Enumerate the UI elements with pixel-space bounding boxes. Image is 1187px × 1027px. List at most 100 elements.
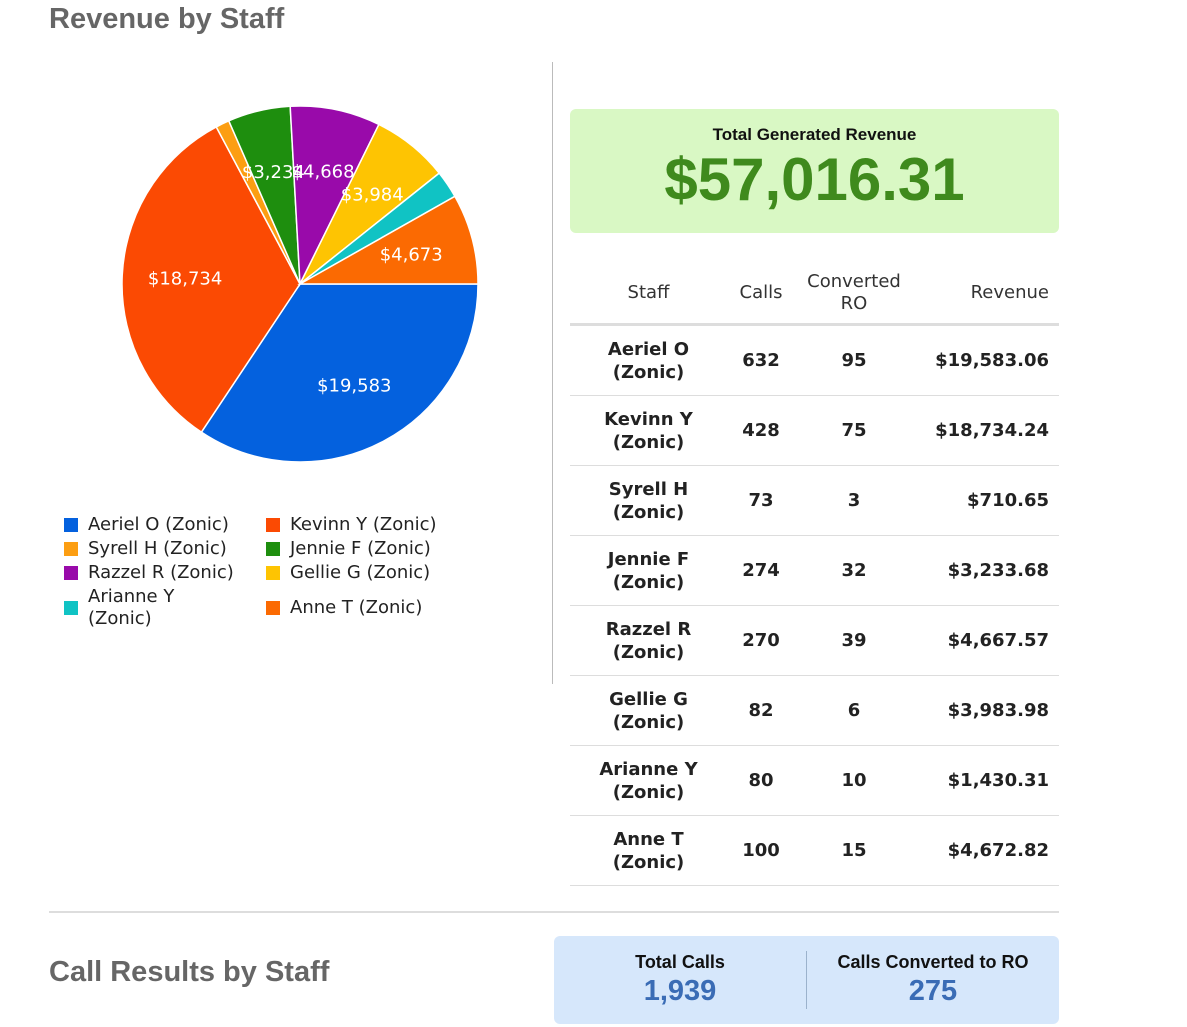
cell-converted: 6 xyxy=(847,700,861,721)
legend-label: Anne T (Zonic) xyxy=(290,597,423,618)
total-revenue-value: $57,016.31 xyxy=(664,146,965,213)
cell-revenue: $19,583.06 xyxy=(935,350,1049,371)
cell-staff: Gellie G (Zonic) xyxy=(570,688,727,734)
table-row: Kevinn Y (Zonic) 428 75 $18,734.24 xyxy=(570,396,1059,466)
legend-label: Kevinn Y (Zonic) xyxy=(290,514,437,535)
legend-label: Jennie F (Zonic) xyxy=(290,538,431,559)
cell-converted: 15 xyxy=(841,840,867,861)
legend-label: Aeriel O (Zonic) xyxy=(88,514,229,535)
cell-staff: Anne T (Zonic) xyxy=(570,828,727,874)
cell-staff: Aeriel O (Zonic) xyxy=(570,338,727,384)
total-revenue-box: Total Generated Revenue $57,016.31 xyxy=(570,109,1059,233)
table-body: Aeriel O (Zonic) 632 95 $19,583.06 Kevinn Y (Z… xyxy=(570,326,1059,886)
converted-calls-cell: Calls Converted to RO 275 xyxy=(807,936,1059,1024)
pie-legend: Aeriel O (Zonic) Kevinn Y (Zonic) Syrell… xyxy=(64,514,464,630)
header-converted: Converted RO xyxy=(795,271,913,315)
legend-item: Anne T (Zonic) xyxy=(266,586,464,630)
legend-item: Jennie F (Zonic) xyxy=(266,538,464,560)
cell-revenue: $3,233.68 xyxy=(947,560,1049,581)
revenue-section-title: Revenue by Staff xyxy=(49,3,285,35)
table-row: Gellie G (Zonic) 82 6 $3,983.98 xyxy=(570,676,1059,746)
legend-swatch xyxy=(64,601,78,615)
total-calls-cell: Total Calls 1,939 xyxy=(554,936,806,1024)
cell-converted: 3 xyxy=(847,490,861,511)
pie-slice-label: $4,673 xyxy=(380,245,443,266)
cell-converted: 32 xyxy=(841,560,867,581)
cell-converted: 95 xyxy=(841,350,867,371)
cell-calls: 428 xyxy=(742,420,780,441)
total-calls-value: 1,939 xyxy=(643,975,717,1007)
staff-name: Arianne Y xyxy=(599,758,698,780)
cell-calls: 632 xyxy=(742,350,780,371)
cell-revenue: $4,672.82 xyxy=(947,840,1049,861)
cell-calls: 100 xyxy=(742,840,780,861)
staff-team: (Zonic) xyxy=(612,711,685,733)
staff-team: (Zonic) xyxy=(612,781,685,803)
table-row: Razzel R (Zonic) 270 39 $4,667.57 xyxy=(570,606,1059,676)
table-row: Jennie F (Zonic) 274 32 $3,233.68 xyxy=(570,536,1059,606)
legend-label: Gellie G (Zonic) xyxy=(290,562,431,583)
legend-label: Razzel R (Zonic) xyxy=(88,562,234,583)
staff-team: (Zonic) xyxy=(612,641,685,663)
cell-staff: Arianne Y (Zonic) xyxy=(570,758,727,804)
pie-slice-label: $3,984 xyxy=(341,184,404,205)
cell-revenue: $18,734.24 xyxy=(935,420,1049,441)
cell-staff: Syrell H (Zonic) xyxy=(570,478,727,524)
cell-staff: Razzel R (Zonic) xyxy=(570,618,727,664)
legend-item: Syrell H (Zonic) xyxy=(64,538,266,560)
header-calls: Calls xyxy=(739,282,783,303)
converted-calls-label: Calls Converted to RO xyxy=(837,952,1029,972)
staff-revenue-table: Staff Calls Converted RO Revenue Aeriel … xyxy=(570,262,1059,886)
header-revenue: Revenue xyxy=(970,282,1049,303)
cell-revenue: $710.65 xyxy=(967,490,1049,511)
cell-converted: 39 xyxy=(841,630,867,651)
cell-calls: 80 xyxy=(748,770,774,791)
legend-item: Kevinn Y (Zonic) xyxy=(266,514,464,536)
table-row: Aeriel O (Zonic) 632 95 $19,583.06 xyxy=(570,326,1059,396)
staff-team: (Zonic) xyxy=(612,431,685,453)
cell-revenue: $1,430.31 xyxy=(947,770,1049,791)
table-row: Arianne Y (Zonic) 80 10 $1,430.31 xyxy=(570,746,1059,816)
cell-calls: 82 xyxy=(748,700,774,721)
legend-item: Aeriel O (Zonic) xyxy=(64,514,266,536)
staff-team: (Zonic) xyxy=(612,851,685,873)
cell-calls: 274 xyxy=(742,560,780,581)
cell-revenue: $3,983.98 xyxy=(947,700,1049,721)
header-converted-line2: RO xyxy=(840,292,868,314)
staff-team: (Zonic) xyxy=(612,501,685,523)
pie-slice-label: $19,583 xyxy=(317,375,391,396)
staff-name: Jennie F xyxy=(607,548,690,570)
total-revenue-label: Total Generated Revenue xyxy=(712,125,917,144)
header-converted-line1: Converted xyxy=(807,270,901,292)
converted-calls-value: 275 xyxy=(908,975,958,1007)
table-row: Anne T (Zonic) 100 15 $4,672.82 xyxy=(570,816,1059,886)
revenue-pie-chart: $19,583$18,734$3,234$4,668$3,984$4,673 xyxy=(121,105,479,463)
legend-swatch xyxy=(64,518,78,532)
staff-team: (Zonic) xyxy=(612,571,685,593)
legend-swatch xyxy=(266,601,280,615)
pie-slice-label: $4,668 xyxy=(292,161,355,182)
staff-name: Razzel R xyxy=(605,618,692,640)
vertical-divider xyxy=(552,62,553,684)
calls-section-title: Call Results by Staff xyxy=(49,956,330,988)
pie-slice-label: $18,734 xyxy=(148,268,222,289)
total-calls-label: Total Calls xyxy=(635,952,725,972)
legend-swatch xyxy=(266,566,280,580)
legend-label: Syrell H (Zonic) xyxy=(88,538,227,559)
staff-team: (Zonic) xyxy=(612,361,685,383)
cell-calls: 270 xyxy=(742,630,780,651)
staff-name: Syrell H xyxy=(608,478,689,500)
legend-item: Razzel R (Zonic) xyxy=(64,562,266,584)
section-divider xyxy=(49,911,1059,913)
table-row: Syrell H (Zonic) 73 3 $710.65 xyxy=(570,466,1059,536)
call-results-box: Total Calls 1,939 Calls Converted to RO … xyxy=(554,936,1059,1024)
staff-name: Gellie G xyxy=(609,688,688,710)
legend-swatch xyxy=(64,542,78,556)
staff-name: Anne T xyxy=(613,828,684,850)
legend-label: Arianne Y (Zonic) xyxy=(88,586,175,629)
cell-staff: Jennie F (Zonic) xyxy=(570,548,727,594)
table-header: Staff Calls Converted RO Revenue xyxy=(570,262,1059,326)
cell-revenue: $4,667.57 xyxy=(947,630,1049,651)
cell-staff: Kevinn Y (Zonic) xyxy=(570,408,727,454)
legend-swatch xyxy=(266,518,280,532)
